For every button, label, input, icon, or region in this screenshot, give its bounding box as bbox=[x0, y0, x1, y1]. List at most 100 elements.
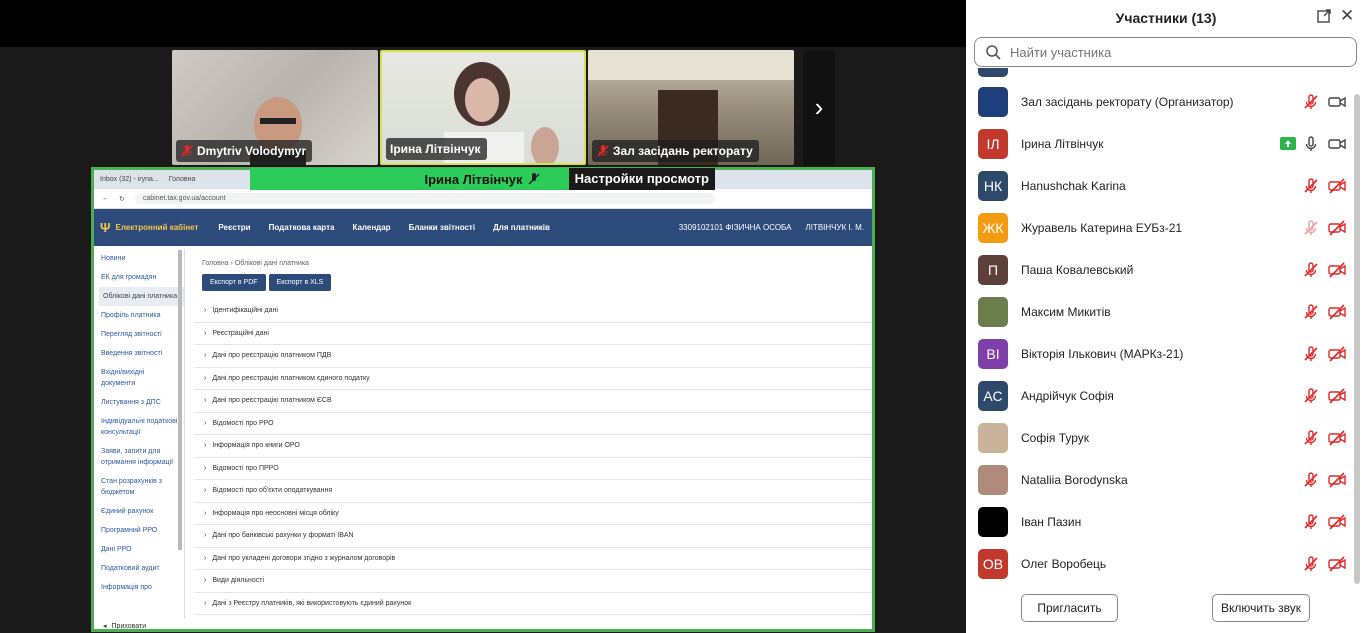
sidebar-item[interactable]: Програмний РРО bbox=[97, 521, 184, 540]
participant-row[interactable]: ОВ Олег Воробець bbox=[966, 543, 1350, 585]
mic-off-icon[interactable] bbox=[1303, 220, 1319, 236]
sidebar-item[interactable]: Перегляд звітності bbox=[97, 325, 184, 344]
close-icon[interactable]: ✕ bbox=[1340, 6, 1354, 26]
site-logo[interactable]: Ψ Електронний кабінет bbox=[100, 220, 198, 235]
participant-list-scrollbar[interactable] bbox=[1354, 94, 1360, 584]
sidebar-item[interactable]: Дані РРО bbox=[97, 540, 184, 559]
user-name[interactable]: ЛІТВІНЧУК І. М. bbox=[805, 223, 864, 232]
sidebar-item[interactable]: Індивідуальні податкові консультації bbox=[97, 412, 184, 442]
search-input[interactable] bbox=[1010, 44, 1330, 60]
section-row[interactable]: › Дані про реєстрацію платником єдиного п… bbox=[194, 368, 872, 390]
sidebar-item[interactable]: Вхідні/вихідні документи bbox=[97, 363, 184, 393]
participant-row[interactable]: Зал засідань ректорату (Организатор) bbox=[966, 81, 1350, 123]
tab-gmail[interactable]: Inbox (32) - iryna... bbox=[100, 176, 159, 183]
logo-text: Електронний кабінет bbox=[115, 223, 199, 232]
participant-row[interactable]: ІЛ Ірина Літвінчук bbox=[966, 123, 1350, 165]
sidebar-item[interactable]: Введення звітності bbox=[97, 344, 184, 363]
mic-off-icon[interactable] bbox=[1303, 430, 1319, 446]
nav-report-forms[interactable]: Бланки звітності bbox=[409, 223, 476, 232]
collapse-sidebar-button[interactable]: ◂ Приховати bbox=[97, 619, 185, 630]
url-field[interactable]: cabinet.tax.gov.ua/account bbox=[134, 193, 715, 204]
section-row[interactable]: › Ідентифікаційні дані bbox=[194, 300, 872, 323]
video-off-icon[interactable] bbox=[1328, 262, 1346, 278]
participant-row[interactable]: НК Hanushchak Karina bbox=[966, 165, 1350, 207]
export-pdf-button[interactable]: Експорт в PDF bbox=[202, 274, 266, 291]
section-row[interactable]: › Інформація про неосновні місця обліку bbox=[194, 503, 872, 525]
section-row[interactable]: › Дані з Реєстру платників, які використо… bbox=[194, 593, 872, 615]
section-row[interactable]: › Дані про укладені договори згідно з жур… bbox=[194, 548, 872, 570]
sidebar-item[interactable]: Податковий аудит bbox=[97, 559, 184, 578]
view-settings-button[interactable]: Настройки просмотр bbox=[568, 168, 715, 190]
mic-off-icon[interactable] bbox=[1303, 94, 1319, 110]
nav-registers[interactable]: Реєстри bbox=[218, 223, 250, 232]
participant-row[interactable]: ЖК Журавель Катерина ЕУБз-21 bbox=[966, 207, 1350, 249]
sidebar-item-active[interactable]: Облікові дані платника bbox=[99, 287, 184, 306]
nav-calendar[interactable]: Календар bbox=[352, 223, 390, 232]
section-label: Дані про реєстрацію платником єдиного по… bbox=[212, 374, 370, 382]
section-row[interactable]: › Відомості про РРО bbox=[194, 413, 872, 435]
participant-row[interactable]: Nataliia Borodynska bbox=[966, 459, 1350, 501]
video-off-icon[interactable] bbox=[1328, 388, 1346, 404]
sidebar-item[interactable]: Заяви, запити для отримання інформації bbox=[97, 442, 184, 472]
back-icon[interactable]: ← bbox=[102, 195, 109, 202]
mic-off-icon[interactable] bbox=[1303, 556, 1319, 572]
section-row[interactable]: › Відомості про ПРРО bbox=[194, 458, 872, 480]
video-tile-3[interactable]: Зал засідань ректорату bbox=[588, 50, 794, 165]
mic-off-icon[interactable] bbox=[1303, 388, 1319, 404]
nav-tax-map[interactable]: Податкова карта bbox=[269, 223, 335, 232]
breadcrumb-home[interactable]: Головна bbox=[202, 260, 229, 267]
video-off-icon[interactable] bbox=[1328, 304, 1346, 320]
unmute-all-button[interactable]: Включить звук bbox=[1212, 594, 1310, 622]
video-off-icon[interactable] bbox=[1328, 346, 1346, 362]
sidebar-item[interactable]: Інформація про bbox=[97, 578, 184, 597]
participant-search[interactable] bbox=[974, 37, 1357, 67]
section-row[interactable]: › Реєстраційні дані bbox=[194, 323, 872, 345]
chevron-right-icon: › bbox=[204, 599, 207, 607]
video-off-icon[interactable] bbox=[1328, 430, 1346, 446]
mic-off-icon[interactable] bbox=[1303, 472, 1319, 488]
section-row[interactable]: › Інформація про книги ОРО bbox=[194, 435, 872, 458]
sidebar-item[interactable]: Профіль платника bbox=[97, 306, 184, 325]
section-row[interactable]: › Дані про реєстрацію платником ПДВ bbox=[194, 345, 872, 368]
mic-off-icon[interactable] bbox=[1303, 262, 1319, 278]
sidebar-scrollbar[interactable] bbox=[178, 250, 182, 550]
nav-for-payers[interactable]: Для платників bbox=[493, 223, 550, 232]
video-tile-1[interactable]: Dmytriv Volodymyr bbox=[172, 50, 378, 165]
sidebar-item[interactable]: Новини bbox=[97, 249, 184, 268]
next-videos-button[interactable]: › bbox=[803, 50, 835, 165]
invite-button[interactable]: Пригласить bbox=[1021, 594, 1118, 622]
mic-off-icon[interactable] bbox=[1303, 514, 1319, 530]
sidebar-item[interactable]: Єдиний рахунок bbox=[97, 502, 184, 521]
sidebar-item[interactable]: Листування з ДПС bbox=[97, 393, 184, 412]
reload-icon[interactable]: ↻ bbox=[119, 195, 125, 203]
sidebar-item[interactable]: ЕК для громадян bbox=[97, 268, 184, 287]
video-off-icon[interactable] bbox=[1328, 514, 1346, 530]
video-off-icon[interactable] bbox=[1328, 472, 1346, 488]
mic-off-icon[interactable] bbox=[1303, 178, 1319, 194]
sidebar-item[interactable]: Стан розрахунків з бюджетом bbox=[97, 472, 184, 502]
participant-row[interactable]: Іван Пазин bbox=[966, 501, 1350, 543]
section-row[interactable]: › Дані про банківські рахунки у форматі I… bbox=[194, 525, 872, 548]
participant-row[interactable]: Софія Турук bbox=[966, 417, 1350, 459]
participant-row[interactable]: ВІ Вікторія Ількович (МАРКз-21) bbox=[966, 333, 1350, 375]
mic-off-icon[interactable] bbox=[1303, 304, 1319, 320]
video-tile-2[interactable]: Ірина Літвінчук bbox=[380, 50, 586, 165]
participant-row[interactable]: Максим Микитів bbox=[966, 291, 1350, 333]
participant-row[interactable]: АС Андрійчук Софія bbox=[966, 375, 1350, 417]
popout-icon[interactable] bbox=[1316, 8, 1332, 24]
video-off-icon[interactable] bbox=[1328, 220, 1346, 236]
section-row[interactable]: › Дані про реєстрацію платником ЄСВ bbox=[194, 390, 872, 413]
video-icon[interactable] bbox=[1328, 136, 1346, 152]
video-off-icon[interactable] bbox=[1328, 556, 1346, 572]
screen-share-banner[interactable]: Ірина Літвінчук Настройки просмотр bbox=[250, 168, 715, 190]
mic-off-icon[interactable] bbox=[1303, 346, 1319, 362]
tab-home[interactable]: Головна bbox=[169, 176, 196, 183]
mic-icon[interactable] bbox=[1303, 136, 1319, 152]
participant-row[interactable]: П Паша Ковалевський bbox=[966, 249, 1350, 291]
collapse-icon: ◂ bbox=[103, 623, 107, 630]
section-row[interactable]: › Види діяльності bbox=[194, 570, 872, 593]
video-icon[interactable] bbox=[1328, 94, 1346, 110]
export-xls-button[interactable]: Експорт в XLS bbox=[268, 274, 332, 291]
video-off-icon[interactable] bbox=[1328, 178, 1346, 194]
section-row[interactable]: › Відомості про об'єкти оподаткування bbox=[194, 480, 872, 503]
